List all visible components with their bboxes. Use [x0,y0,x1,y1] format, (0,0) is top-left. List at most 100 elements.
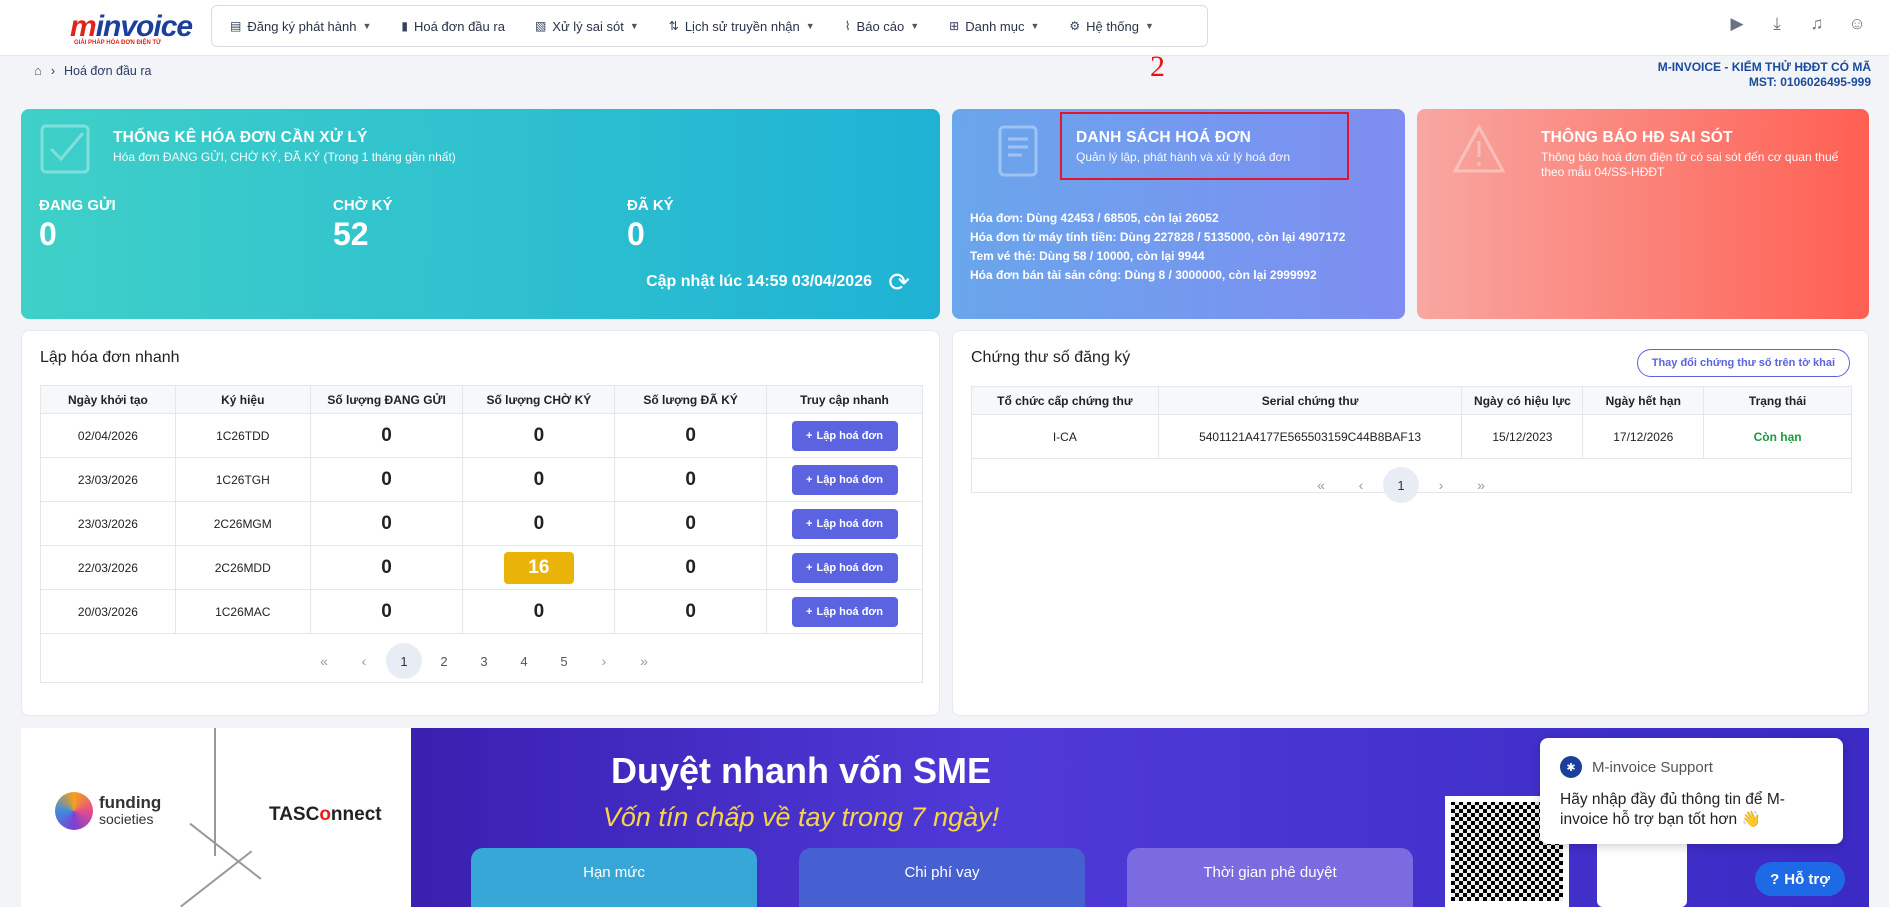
col-header: Tổ chức cấp chứng thư [971,386,1159,415]
col-header: Ngày hết hạn [1582,386,1705,415]
support-message: Hãy nhập đầy đủ thông tin để M-invoice h… [1560,791,1785,828]
first-page-icon[interactable]: « [1301,467,1341,503]
youtube-icon[interactable]: ▶ [1727,14,1747,34]
invoice-list-subtitle: Quản lý lập, phát hành và xử lý hoá đơn [1076,150,1291,164]
sending-count: 0 [381,424,392,446]
partner1-line1: funding [99,793,162,812]
table-row: 20/03/2026 1C26MAC 0 0 0 + Lập hoá đơn [40,589,923,634]
next-page-icon[interactable]: › [1421,467,1461,503]
stat-cho-ky[interactable]: CHỜ KÝ 52 [333,197,392,253]
quota-line: Tem vé thẻ: Dùng 58 / 10000, còn lại 994… [970,249,1205,263]
page-3[interactable]: 3 [464,643,504,679]
top-bar: minvoice GIẢI PHÁP HÓA ĐƠN ĐIỆN TỬ ▤ Đăng… [0,0,1889,56]
invoice-list-card[interactable]: DANH SÁCH HOÁ ĐƠN Quản lý lập, phát hành… [952,109,1405,319]
error-notice-subtitle: Thông báo hoá đơn điện tử có sai sót đến… [1541,150,1839,179]
refresh-icon[interactable]: ⟳ [888,267,910,298]
page-1[interactable]: 1 [386,643,422,679]
quick-invoice-title: Lập hóa đơn nhanh [40,349,180,366]
create-invoice-button[interactable]: + Lập hoá đơn [791,420,898,451]
quota-list: Hóa đơn: Dùng 42453 / 68505, còn lại 260… [970,209,1345,285]
main-nav: ▤ Đăng ký phát hành ▼ ▮ Hoá đơn đầu ra ▧ Xử … [211,5,1208,47]
create-invoice-button[interactable]: + Lập hoá đơn [791,464,898,495]
stat-da-ky[interactable]: ĐÃ KÝ 0 [627,197,674,253]
nav-hoa-don-dau-ra[interactable]: ▮ Hoá đơn đầu ra [401,19,505,34]
minvoice-logo[interactable]: minvoice GIẢI PHÁP HÓA ĐƠN ĐIỆN TỬ [34,6,193,46]
col-header: Số lượng ĐANG GỬI [309,385,464,414]
banner-title: Duyệt nhanh vốn SME [610,750,992,791]
user-icon[interactable]: ☺ [1847,14,1867,34]
help-label: Hỗ trợ [1784,870,1830,888]
next-page-icon[interactable]: › [584,643,624,679]
cell-waiting: 0 [462,589,616,634]
pill-chi-phi-vay: Chi phí vay [799,848,1085,907]
row-code: 2C26MDD [174,545,311,590]
nav-lich-su-truyen-nhan[interactable]: ⇅ Lịch sử truyền nhận ▼ [669,19,815,34]
support-avatar-icon: ✱ [1560,756,1582,778]
error-notice-card[interactable]: THÔNG BÁO HĐ SAI SÓT Thông báo hoá đơn đ… [1417,109,1869,319]
banner-partners: funding societies TASConnect [21,728,411,907]
sending-count: 0 [381,556,392,578]
page-5[interactable]: 5 [544,643,584,679]
cell-waiting: 0 [462,457,616,502]
cell-sending: 0 [309,501,464,546]
last-page-icon[interactable]: » [1461,467,1501,503]
waiting-count: 0 [533,600,545,622]
tasconnect-logo: TASConnect [269,804,382,826]
create-invoice-button[interactable]: + Lập hoá đơn [791,596,898,627]
waiting-count-badge[interactable]: 16 [503,551,574,584]
row-date: 20/03/2026 [40,589,176,634]
logo-word-invoice: invoice [95,10,193,43]
nav-bao-cao[interactable]: ⌇ Báo cáo ▼ [845,19,919,34]
certificate-title: Chứng thư số đăng ký [971,349,1131,366]
nav-danh-muc[interactable]: ⊞ Danh mục ▼ [949,19,1039,34]
create-invoice-button[interactable]: + Lập hoá đơn [791,508,898,539]
waiting-count: 0 [533,424,545,446]
home-icon[interactable]: ⌂ [34,63,42,78]
cell-sending: 0 [309,413,464,458]
document-icon: ▮ [401,19,409,33]
plus-icon: + [806,517,813,530]
quota-line: Hóa đơn bán tài sản công: Dùng 8 / 30000… [970,268,1317,282]
nav-dang-ky-phat-hanh[interactable]: ▤ Đăng ký phát hành ▼ [230,19,371,34]
bell-icon[interactable]: ♫ [1807,14,1827,34]
cell-action: + Lập hoá đơn [766,457,923,502]
file-fix-icon: ▧ [534,19,547,33]
page-4[interactable]: 4 [504,643,544,679]
table-row: 23/03/2026 2C26MGM 0 0 0 + Lập hoá đơn [40,501,923,546]
divider [214,728,216,856]
col-header: Ngày khởi tạo [40,385,176,414]
cell-signed: 0 [614,457,768,502]
stat-label: CHỜ KÝ [333,197,393,214]
signed-count: 0 [685,424,696,446]
company-name: M-INVOICE - KIỂM THỬ HĐĐT CÓ MÃ [1657,60,1871,74]
chevron-down-icon: ▼ [1030,21,1040,31]
nav-xu-ly-sai-sot[interactable]: ▧ Xử lý sai sót ▼ [535,19,639,34]
row-code: 1C26TGH [174,457,311,502]
cell-waiting: 0 [462,413,616,458]
button-label: Lập hoá đơn [816,429,883,442]
row-code: 1C26MAC [174,589,311,634]
create-invoice-button[interactable]: + Lập hoá đơn [791,552,898,583]
page-2[interactable]: 2 [424,643,464,679]
prev-page-icon[interactable]: ‹ [1341,467,1381,503]
stat-dang-gui[interactable]: ĐANG GỬI 0 [39,197,116,253]
nav-label: Hệ thống [1086,18,1139,34]
breadcrumb-current[interactable]: Hoá đơn đầu ra [64,64,151,78]
download-icon[interactable]: ⤓ [1767,14,1787,34]
nav-he-thong[interactable]: ⚙ Hệ thống ▼ [1069,19,1153,34]
change-certificate-button[interactable]: Thay đổi chứng thư số trên tờ khai [1636,349,1850,377]
plus-icon: + [806,429,813,442]
sending-count: 0 [381,600,392,622]
col-header: Ký hiệu [174,385,311,414]
support-chat-popup[interactable]: ✱ M-invoice Support Hãy nhập đầy đủ thông… [1540,738,1843,844]
pagination: « ‹ 1 2 3 4 5 › » [304,643,664,679]
help-button[interactable]: ? Hỗ trợ [1755,862,1845,896]
prev-page-icon[interactable]: ‹ [344,643,384,679]
signed-count: 0 [685,600,696,622]
cell-signed: 0 [614,589,768,634]
last-page-icon[interactable]: » [624,643,664,679]
first-page-icon[interactable]: « [304,643,344,679]
nav-label: Hoá đơn đầu ra [414,18,505,34]
page-1[interactable]: 1 [1383,467,1419,503]
signed-count: 0 [685,468,696,490]
